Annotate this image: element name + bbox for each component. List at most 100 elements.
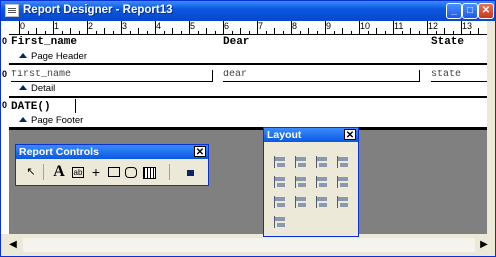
ruler-tick: [333, 31, 335, 34]
detail-label-text: Detail: [31, 83, 56, 94]
ruler-label: 9: [326, 21, 332, 31]
ruler-tick: [240, 28, 241, 34]
ruler-tick: [308, 28, 309, 34]
ruler-label: 5: [190, 21, 196, 31]
report-canvas[interactable]: First_name Dear State Page Header first_…: [9, 35, 495, 130]
ruler-tick: [325, 21, 326, 34]
rounded-rectangle-tool-icon[interactable]: [123, 164, 139, 180]
ruler-tick: [172, 28, 173, 34]
ruler-tick: [53, 21, 54, 34]
align-right-icon[interactable]: [295, 156, 309, 168]
send-to-back-icon[interactable]: [274, 216, 288, 228]
align-horizontal-center-icon[interactable]: [295, 176, 309, 188]
title-bar[interactable]: Report Designer - Report13 _ □ ✕: [1, 1, 495, 21]
ruler-label: 7: [258, 21, 264, 31]
align-left-icon[interactable]: [274, 156, 288, 168]
toolbar-divider: [43, 164, 44, 180]
ruler-tick: [146, 31, 148, 34]
center-vertically-icon[interactable]: [316, 196, 330, 208]
footer-field-border: [75, 99, 76, 113]
label-tool-icon[interactable]: A: [51, 164, 67, 180]
ruler-label: 6: [224, 21, 230, 31]
ruler-tick: [469, 31, 471, 34]
minimize-button[interactable]: _: [446, 3, 462, 19]
report-controls-toolbar: Report Controls ✕ ↖ A ab +: [15, 144, 209, 186]
ruler-tick: [19, 21, 20, 34]
field-tool-icon[interactable]: ab: [70, 164, 86, 180]
select-pointer-icon[interactable]: ↖: [23, 164, 39, 180]
ruler-tick: [138, 28, 139, 34]
ruler-label: 11: [394, 21, 404, 31]
detail-band-label[interactable]: Detail: [19, 83, 55, 94]
detail-band-separator[interactable]: [9, 96, 495, 98]
page-footer-band-label[interactable]: Page Footer: [19, 115, 83, 126]
ruler-tick: [291, 21, 292, 34]
center-horizontally-icon[interactable]: [295, 196, 309, 208]
ruler-tick: [350, 31, 352, 34]
ruler-tick: [257, 21, 258, 34]
ruler-tick: [427, 21, 428, 34]
ruler-label: 3: [122, 21, 128, 31]
ruler-tick: [393, 21, 394, 34]
horizontal-ruler: 0 1 2 3 4 5 6 7 8 9 10 11 12 13: [9, 21, 495, 35]
align-vertical-center-icon[interactable]: [274, 176, 288, 188]
same-size-icon[interactable]: [274, 196, 288, 208]
ruler-tick: [367, 31, 369, 34]
ruler-tick: [248, 31, 250, 34]
same-width-icon[interactable]: [316, 176, 330, 188]
report-icon: [5, 4, 19, 17]
band-expand-icon: [19, 85, 27, 90]
ruler-label: 0: [20, 21, 26, 31]
ruler-tick: [197, 31, 199, 34]
picture-tool-icon[interactable]: [141, 164, 157, 180]
maximize-button[interactable]: □: [462, 3, 478, 19]
same-height-icon[interactable]: [337, 176, 351, 188]
detail-field-state[interactable]: state: [431, 70, 488, 82]
ruler-label: 10: [360, 21, 371, 31]
scroll-left-button[interactable]: ◀: [6, 238, 20, 252]
header-field-dear[interactable]: Dear: [223, 36, 249, 48]
ruler-label: 4: [156, 21, 162, 31]
page-header-band-label[interactable]: Page Header: [19, 51, 87, 62]
header-field-state[interactable]: State: [431, 36, 464, 48]
align-top-icon[interactable]: [316, 156, 330, 168]
scroll-right-button[interactable]: ▶: [477, 238, 491, 252]
report-controls-close-button[interactable]: ✕: [194, 146, 206, 158]
lock-icon[interactable]: [182, 164, 198, 180]
ruler-tick: [129, 31, 131, 34]
window-title: Report Designer - Report13: [23, 4, 173, 16]
ruler-tick: [316, 31, 318, 34]
ruler-label: 1: [54, 21, 60, 31]
scroll-track[interactable]: [23, 238, 475, 252]
rectangle-tool-icon[interactable]: [106, 164, 122, 180]
ruler-tick: [435, 31, 437, 34]
page-header-band-separator[interactable]: [9, 63, 495, 65]
ruler-tick: [44, 31, 46, 34]
ruler-tick: [214, 31, 216, 34]
ruler-tick: [95, 31, 97, 34]
footer-field-date[interactable]: DATE(): [11, 101, 51, 113]
ruler-tick: [104, 28, 105, 34]
vertical-scrollbar[interactable]: [487, 21, 495, 234]
line-tool-icon[interactable]: +: [88, 164, 104, 180]
close-button[interactable]: ✕: [478, 3, 494, 19]
ruler-tick: [206, 28, 207, 34]
ruler-tick: [376, 28, 377, 34]
detail-marker: 0: [2, 69, 8, 79]
page-header-marker: 0: [2, 36, 8, 46]
detail-field-first-name[interactable]: first_name: [11, 70, 213, 82]
detail-field-dear[interactable]: dear: [223, 70, 420, 82]
ruler-tick: [299, 31, 301, 34]
align-bottom-icon[interactable]: [337, 156, 351, 168]
horizontal-scrollbar[interactable]: ◀ ▶: [1, 234, 495, 256]
ruler-tick: [231, 31, 233, 34]
layout-close-button[interactable]: ✕: [344, 129, 356, 141]
ruler-tick: [70, 28, 71, 34]
ruler-tick: [282, 31, 284, 34]
ruler-tick: [61, 31, 63, 34]
ruler-tick: [359, 21, 360, 34]
header-field-first-name[interactable]: First_name: [11, 36, 77, 48]
report-controls-title[interactable]: Report Controls: [16, 145, 208, 159]
bring-to-front-icon[interactable]: [337, 196, 351, 208]
band-expand-icon: [19, 53, 27, 58]
